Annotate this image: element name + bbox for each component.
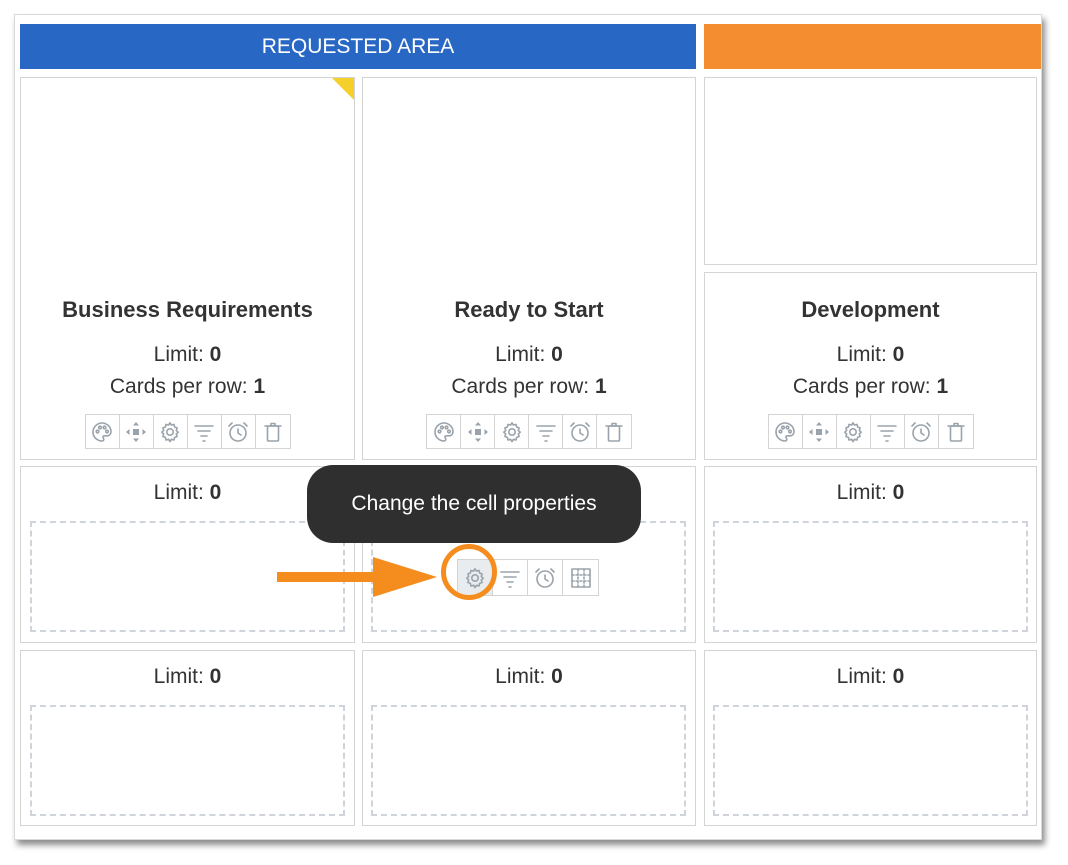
trash-icon <box>263 422 282 442</box>
alarm-clock-button[interactable] <box>563 415 597 448</box>
filter-icon <box>535 424 556 442</box>
filter-icon <box>500 570 520 588</box>
filter-icon <box>194 424 214 442</box>
board-cell[interactable]: Limit: 0 <box>704 466 1037 643</box>
cell-limit: Limit: 0 <box>495 665 563 688</box>
filter-button[interactable] <box>493 560 528 595</box>
cell-limit: Limit: 0 <box>153 665 222 688</box>
cell-limit: Limit: 0 <box>836 665 905 688</box>
lane-limit: Limit: 0 <box>836 343 905 366</box>
gear-button[interactable] <box>154 415 188 448</box>
board-cell[interactable]: Limit: 0 <box>362 650 696 826</box>
alarm-clock-icon <box>535 567 555 588</box>
grid-icon <box>570 567 591 588</box>
lane-toolbar <box>426 414 632 449</box>
lane-toolbar <box>767 414 974 449</box>
development-top-slot <box>704 77 1037 265</box>
board-cell[interactable]: Limit: 0 <box>704 650 1037 826</box>
lane-title: Business Requirements <box>62 297 313 322</box>
move-icon <box>467 421 488 442</box>
alarm-clock-button[interactable] <box>905 415 939 448</box>
alarm-clock-icon <box>569 421 590 442</box>
lane-development[interactable]: Development Limit: 0 Cards per row: 1 <box>704 272 1037 460</box>
gear-button[interactable] <box>837 415 871 448</box>
filter-icon <box>877 424 897 442</box>
palette-button[interactable] <box>86 415 120 448</box>
cell-limit: Limit: 0 <box>836 481 905 504</box>
palette-button[interactable] <box>769 415 803 448</box>
lane-title: Development <box>801 297 940 322</box>
alarm-clock-icon <box>911 421 931 442</box>
gear-icon <box>161 421 179 442</box>
next-area-header[interactable] <box>704 24 1041 69</box>
gear-button[interactable] <box>495 415 529 448</box>
highlight-ring <box>441 544 497 600</box>
cell-limit: Limit: 0 <box>153 481 222 504</box>
palette-icon <box>433 421 454 442</box>
tooltip: Change the cell properties <box>307 465 641 543</box>
lane-limit: Limit: 0 <box>153 343 222 366</box>
trash-button[interactable] <box>256 415 290 448</box>
grid-button[interactable] <box>563 560 598 595</box>
move-icon <box>126 421 146 442</box>
move-button[interactable] <box>120 415 154 448</box>
lane-cards-per-row: Cards per row: 1 <box>109 375 266 398</box>
trash-button[interactable] <box>597 415 631 448</box>
board-cell[interactable]: Limit: 0 <box>20 650 355 826</box>
move-button[interactable] <box>803 415 837 448</box>
lane-title: Ready to Start <box>454 297 604 322</box>
trash-icon <box>605 422 623 442</box>
card-drop-zone[interactable] <box>371 705 686 816</box>
alarm-clock-icon <box>228 421 248 442</box>
card-drop-zone[interactable] <box>713 521 1028 632</box>
gear-icon <box>844 421 862 442</box>
palette-icon <box>775 421 795 442</box>
alarm-clock-button[interactable] <box>222 415 256 448</box>
filter-button[interactable] <box>529 415 563 448</box>
card-drop-zone[interactable] <box>713 705 1028 816</box>
filter-button[interactable] <box>871 415 905 448</box>
lane-ready-to-start[interactable]: Ready to Start Limit: 0 Cards per row: 1 <box>362 77 696 460</box>
alarm-clock-button[interactable] <box>528 560 563 595</box>
card-drop-zone[interactable] <box>30 705 345 816</box>
callout-arrow-icon <box>277 557 437 597</box>
lane-cards-per-row: Cards per row: 1 <box>451 375 607 398</box>
requested-area-header[interactable]: REQUESTED AREA <box>20 24 696 69</box>
lane-toolbar <box>84 414 291 449</box>
lane-limit: Limit: 0 <box>495 343 563 366</box>
lane-business-requirements[interactable]: Business Requirements Limit: 0 Cards per… <box>20 77 355 460</box>
move-icon <box>809 421 829 442</box>
trash-button[interactable] <box>939 415 973 448</box>
move-button[interactable] <box>461 415 495 448</box>
gear-icon <box>502 421 521 442</box>
palette-button[interactable] <box>427 415 461 448</box>
palette-icon <box>92 421 112 442</box>
filter-button[interactable] <box>188 415 222 448</box>
trash-icon <box>946 422 965 442</box>
board-frame: REQUESTED AREA Business Requirements Lim… <box>14 14 1042 840</box>
lane-cards-per-row: Cards per row: 1 <box>792 375 949 398</box>
flag-marker <box>332 78 354 100</box>
